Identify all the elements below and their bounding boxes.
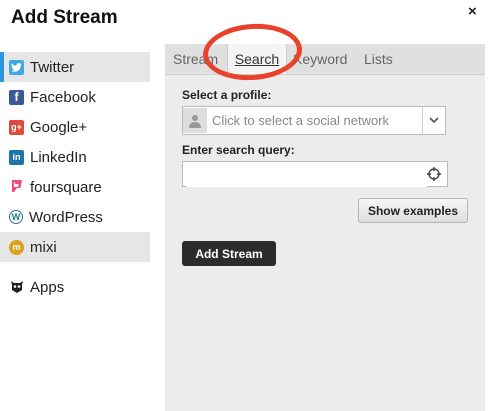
sidebar-item-label: LinkedIn [30,148,87,166]
sidebar-item-label: foursquare [30,178,102,196]
sidebar-item-label: WordPress [29,208,103,226]
twitter-icon [9,59,24,75]
search-query-field [182,161,448,187]
sidebar-item-label: Twitter [30,58,75,76]
chevron-down-icon[interactable] [422,107,445,134]
profile-avatar-icon [183,108,207,133]
google-plus-icon: g+ [9,119,24,135]
stream-panel: Stream Search Keyword Lists Select a pro… [165,44,485,411]
sidebar-item-linkedin[interactable]: in LinkedIn [0,142,150,172]
sidebar-item-label: Apps [30,278,65,296]
dialog-title: Add Stream [11,7,118,28]
sidebar-item-label: mixi [30,238,57,256]
sidebar-item-google-plus[interactable]: g+ Google+ [0,112,150,142]
sidebar-item-twitter[interactable]: Twitter [0,52,150,82]
profile-select[interactable]: Click to select a social network [182,106,446,135]
foursquare-icon [9,179,24,195]
add-stream-button[interactable]: Add Stream [182,241,276,266]
profile-select-placeholder: Click to select a social network [212,113,390,128]
sidebar-item-label: Google+ [30,118,88,136]
crosshair-icon[interactable] [427,167,441,181]
sidebar-item-facebook[interactable]: f Facebook [0,82,150,112]
query-label: Enter search query: [182,143,295,157]
tab-bar: Stream Search Keyword Lists [165,44,485,75]
close-icon[interactable]: × [468,3,477,20]
show-examples-button[interactable]: Show examples [358,198,468,223]
profile-label: Select a profile: [182,88,272,102]
mixi-icon: m [9,239,24,255]
sidebar-item-foursquare[interactable]: foursquare [0,172,150,202]
tab-keyword[interactable]: Keyword [293,44,347,74]
linkedin-icon: in [9,149,24,165]
sidebar-item-apps[interactable]: Apps [0,272,150,302]
search-query-input[interactable] [187,163,427,187]
tab-lists[interactable]: Lists [364,44,393,74]
facebook-icon: f [9,89,24,105]
wordpress-icon: W [9,210,23,224]
sidebar-item-wordpress[interactable]: W WordPress [0,202,150,232]
network-sidebar: Twitter f Facebook g+ Google+ in LinkedI… [0,52,150,302]
sidebar-item-label: Facebook [30,88,96,106]
owl-apps-icon [9,279,24,295]
sidebar-item-mixi[interactable]: m mixi [0,232,150,262]
tab-search[interactable]: Search [227,44,287,74]
tab-stream[interactable]: Stream [173,44,218,74]
